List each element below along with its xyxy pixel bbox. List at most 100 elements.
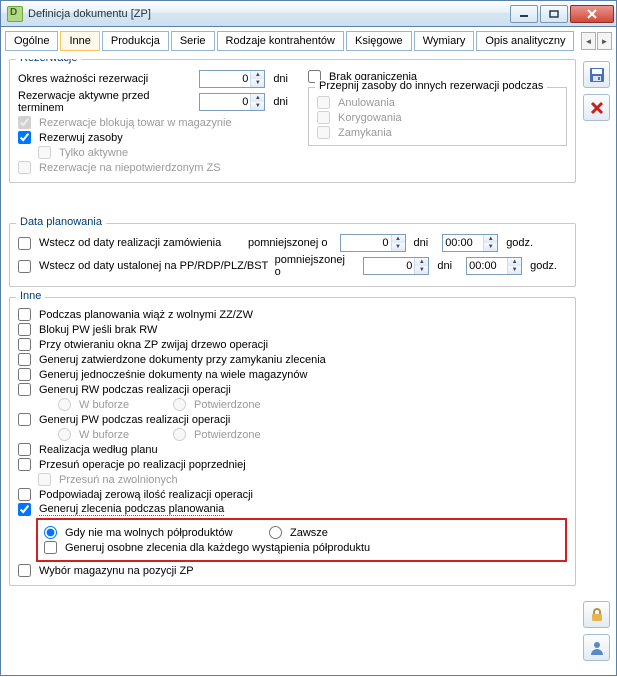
i8-checkbox[interactable] <box>18 443 31 456</box>
r2-label: Zawsze <box>290 527 328 539</box>
okres-unit: dni <box>273 73 288 85</box>
i5-checkbox[interactable] <box>18 368 31 381</box>
group-przepnij: Przepnij zasoby do innych rezerwacji pod… <box>308 87 567 146</box>
wstecz1-time-input[interactable] <box>443 235 483 251</box>
group-przepnij-title: Przepnij zasoby do innych rezerwacji pod… <box>315 80 547 92</box>
tab-ogolne[interactable]: Ogólne <box>5 31 58 51</box>
side-toolbar-top <box>583 61 610 121</box>
group-rezerwacje: Rezerwacje Okres ważności rezerwacji ▲▼ … <box>9 59 576 183</box>
wstecz1-dni-spinner[interactable]: ▲▼ <box>340 234 406 252</box>
cancel-button[interactable] <box>583 94 610 121</box>
i5-label: Generuj jednocześnie dokumenty na wiele … <box>39 369 307 381</box>
wstecz2-dni-unit: dni <box>437 260 452 272</box>
i11a-checkbox[interactable] <box>44 541 57 554</box>
operator-button[interactable] <box>583 634 610 661</box>
okres-spinner[interactable]: ▲▼ <box>199 70 265 88</box>
wstecz1-godz-unit: godz. <box>506 237 533 249</box>
tab-scroll-left-icon[interactable]: ◄ <box>581 32 596 50</box>
minimize-button[interactable] <box>510 5 538 23</box>
wstecz1-dni-unit: dni <box>414 237 429 249</box>
okres-input[interactable] <box>200 71 250 87</box>
i4-checkbox[interactable] <box>18 353 31 366</box>
i1-checkbox[interactable] <box>18 308 31 321</box>
korygowania-label: Korygowania <box>338 112 402 124</box>
tab-wymiary[interactable]: Wymiary <box>414 31 475 51</box>
wstecz2-label: Wstecz od daty ustalonej na PP/RDP/PLZ/B… <box>39 260 271 272</box>
wstecz2-checkbox[interactable] <box>18 260 31 273</box>
aktywne-label: Rezerwacje aktywne przed terminem <box>18 90 195 114</box>
tylko-aktywne-checkbox <box>38 146 51 159</box>
lock-button[interactable] <box>583 601 610 628</box>
r2-radio[interactable] <box>269 526 282 539</box>
wstecz1-time-spinner[interactable]: ▲▼ <box>442 234 498 252</box>
blokuja-checkbox <box>18 116 31 129</box>
save-button[interactable] <box>583 61 610 88</box>
i7-wbuf-label: W buforze <box>79 429 169 441</box>
niepotw-checkbox <box>18 161 31 174</box>
tab-serie[interactable]: Serie <box>171 31 215 51</box>
i10-label: Podpowiadaj zerową ilość realizacji oper… <box>39 489 253 501</box>
tab-inne[interactable]: Inne <box>60 31 99 51</box>
maximize-button[interactable] <box>540 5 568 23</box>
i11a-label: Generuj osobne zlecenia dla każdego wyst… <box>65 542 370 554</box>
i6-checkbox[interactable] <box>18 383 31 396</box>
wstecz1-dni-input[interactable] <box>341 235 391 251</box>
r1-label: Gdy nie ma wolnych półproduktów <box>65 527 265 539</box>
tylko-aktywne-label: Tylko aktywne <box>59 147 128 159</box>
i10-checkbox[interactable] <box>18 488 31 501</box>
wstecz2-dni-spinner[interactable]: ▲▼ <box>363 257 429 275</box>
wstecz2-pomn: pomniejszonej o <box>275 254 352 278</box>
i11-checkbox[interactable] <box>18 503 31 516</box>
wstecz2-time-spinner[interactable]: ▲▼ <box>466 257 522 275</box>
aktywne-unit: dni <box>273 96 288 108</box>
aktywne-input[interactable] <box>200 94 250 110</box>
i3-label: Przy otwieraniu okna ZP zwijaj drzewo op… <box>39 339 268 351</box>
i7-potw-label: Potwierdzone <box>194 429 261 441</box>
i6-wbuf-label: W buforze <box>79 399 169 411</box>
r1-radio[interactable] <box>44 526 57 539</box>
i6-potw-label: Potwierdzone <box>194 399 261 411</box>
group-rezerwacje-title: Rezerwacje <box>16 59 81 64</box>
i2-checkbox[interactable] <box>18 323 31 336</box>
anulowania-checkbox <box>317 96 330 109</box>
zamykania-checkbox <box>317 126 330 139</box>
tab-content-inne: Rezerwacje Okres ważności rezerwacji ▲▼ … <box>9 59 576 665</box>
tab-rodzaje[interactable]: Rodzaje kontrahentów <box>217 31 344 51</box>
i3-checkbox[interactable] <box>18 338 31 351</box>
i8-label: Realizacja według planu <box>39 444 158 456</box>
i1-label: Podczas planowania wiąż z wolnymi ZZ/ZW <box>39 309 253 321</box>
window-body: Ogólne Inne Produkcja Serie Rodzaje kont… <box>0 27 617 676</box>
aktywne-spinner[interactable]: ▲▼ <box>199 93 265 111</box>
wstecz2-godz-unit: godz. <box>530 260 557 272</box>
i12-checkbox[interactable] <box>18 564 31 577</box>
i6-label: Generuj RW podczas realizacji operacji <box>39 384 231 396</box>
close-button[interactable] <box>570 5 614 23</box>
tab-ksiegowe[interactable]: Księgowe <box>346 31 412 51</box>
i7-wbuf-radio <box>58 428 71 441</box>
korygowania-checkbox <box>317 111 330 124</box>
i12-label: Wybór magazynu na pozycji ZP <box>39 565 194 577</box>
lock-icon <box>589 607 605 623</box>
wstecz1-checkbox[interactable] <box>18 237 31 250</box>
i6-potw-radio <box>173 398 186 411</box>
person-icon <box>589 640 605 656</box>
i2-label: Blokuj PW jeśli brak RW <box>39 324 157 336</box>
zamykania-label: Zamykania <box>338 127 392 139</box>
group-data-planowania: Data planowania Wstecz od daty realizacj… <box>9 223 576 287</box>
wstecz2-time-input[interactable] <box>467 258 507 274</box>
anulowania-label: Anulowania <box>338 97 395 109</box>
tab-opis[interactable]: Opis analityczny <box>476 31 574 51</box>
i9-label: Przesuń operacje po realizacji poprzedni… <box>39 459 246 471</box>
i9-checkbox[interactable] <box>18 458 31 471</box>
floppy-icon <box>589 67 605 83</box>
blokuja-label: Rezerwacje blokują towar w magazynie <box>39 117 232 129</box>
i7-checkbox[interactable] <box>18 413 31 426</box>
rezerwuj-checkbox[interactable] <box>18 131 31 144</box>
i6-wbuf-radio <box>58 398 71 411</box>
okres-label: Okres ważności rezerwacji <box>18 73 195 85</box>
tab-produkcja[interactable]: Produkcja <box>102 31 169 51</box>
wstecz2-dni-input[interactable] <box>364 258 414 274</box>
group-inne-title: Inne <box>16 290 45 302</box>
group-plan-title: Data planowania <box>16 216 106 228</box>
tab-scroll-right-icon[interactable]: ► <box>597 32 612 50</box>
